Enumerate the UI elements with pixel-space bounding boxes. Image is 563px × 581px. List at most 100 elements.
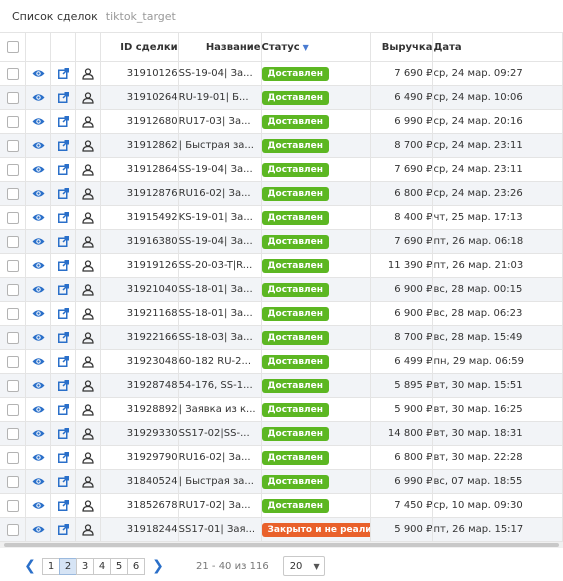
table-row[interactable]: 31928748 54-176, SS-1... Доставлен 5 895 ₽ в… [0,373,563,398]
eye-icon[interactable] [25,157,52,182]
eye-icon[interactable] [25,397,52,422]
table-row[interactable]: 31852678 RU17-02| За... Доставлен 7 450 ₽ ср… [0,493,563,518]
table-row[interactable]: 31840524 | Быстрая за... Доставлен 6 990 ₽ в… [0,469,563,494]
external-link-icon[interactable] [50,205,77,230]
user-icon[interactable] [75,301,101,326]
table-row[interactable]: 31912876 RU16-02| За... Доставлен 6 800 ₽ ср… [0,181,563,206]
row-checkbox[interactable] [6,283,19,296]
eye-icon[interactable] [25,109,52,134]
row-checkbox[interactable] [6,427,19,440]
column-header-status[interactable]: Статус ▼ [261,32,372,62]
eye-icon[interactable] [25,421,52,446]
user-icon[interactable] [75,325,101,350]
eye-icon[interactable] [25,277,52,302]
external-link-icon[interactable] [50,277,77,302]
table-row[interactable]: 31912862 | Быстрая за... Доставлен 8 700 ₽ с… [0,133,563,158]
external-link-icon[interactable] [50,133,77,158]
page-button[interactable]: 1 [42,557,60,575]
sort-desc-icon[interactable]: ▼ [303,43,309,52]
user-icon[interactable] [75,421,101,446]
external-link-icon[interactable] [50,493,77,518]
row-checkbox[interactable] [6,523,19,536]
row-checkbox[interactable] [6,403,19,416]
user-icon[interactable] [75,253,101,278]
user-icon[interactable] [75,133,101,158]
chevron-right-icon[interactable]: ❯ [150,558,166,574]
user-icon[interactable] [75,373,101,398]
external-link-icon[interactable] [50,325,77,350]
eye-icon[interactable] [25,253,52,278]
horizontal-scrollbar[interactable] [0,542,563,548]
scrollbar-thumb[interactable] [4,543,559,547]
external-link-icon[interactable] [50,229,77,254]
user-icon[interactable] [75,85,101,110]
table-row[interactable]: 31922166 SS-18-03| За... Доставлен 8 700 ₽ в… [0,325,563,350]
eye-icon[interactable] [25,493,52,518]
select-all-checkbox[interactable] [6,41,19,53]
row-checkbox[interactable] [6,211,19,224]
row-checkbox[interactable] [6,259,19,272]
table-row[interactable]: 31910264 RU-19-01| Б... Доставлен 6 490 ₽ ср… [0,85,563,110]
row-checkbox[interactable] [6,163,19,176]
external-link-icon[interactable] [50,85,77,110]
row-checkbox[interactable] [6,379,19,392]
row-checkbox[interactable] [6,499,19,512]
external-link-icon[interactable] [50,349,77,374]
row-checkbox[interactable] [6,331,19,344]
table-row[interactable]: 31919126 SS-20-03-T|R... Доставлен 11 390 ₽… [0,253,563,278]
eye-icon[interactable] [25,229,52,254]
row-checkbox[interactable] [6,139,19,152]
eye-icon[interactable] [25,85,52,110]
row-checkbox[interactable] [6,307,19,320]
eye-icon[interactable] [25,349,52,374]
row-checkbox[interactable] [6,67,19,80]
eye-icon[interactable] [25,325,52,350]
row-checkbox[interactable] [6,187,19,200]
column-header-name[interactable]: Название [178,32,262,62]
external-link-icon[interactable] [50,421,77,446]
eye-icon[interactable] [25,445,52,470]
eye-icon[interactable] [25,181,52,206]
eye-icon[interactable] [25,61,52,86]
table-row[interactable]: 31910126 SS-19-04| За... Доставлен 7 690 ₽ с… [0,61,563,86]
page-button[interactable]: 2 [59,557,77,575]
table-row[interactable]: 31912864 SS-19-04| За... Доставлен 7 690 ₽ с… [0,157,563,182]
table-row[interactable]: 31929790 RU16-02| За... Доставлен 6 800 ₽ вт… [0,445,563,470]
external-link-icon[interactable] [50,373,77,398]
table-row[interactable]: 31928892 | Заявка из к... Доставлен 5 900 ₽… [0,397,563,422]
column-header-id[interactable]: ID сделки [100,32,179,62]
row-checkbox[interactable] [6,235,19,248]
user-icon[interactable] [75,493,101,518]
eye-icon[interactable] [25,517,52,542]
user-icon[interactable] [75,445,101,470]
user-icon[interactable] [75,469,101,494]
eye-icon[interactable] [25,469,52,494]
table-row[interactable]: 31929330 SS17-02|SS-... Доставлен 14 800 ₽ в… [0,421,563,446]
page-size-select[interactable]: 20 ▼ [282,556,325,576]
table-row[interactable]: 31916380 SS-19-04| За... Доставлен 7 690 ₽ п… [0,229,563,254]
page-button[interactable]: 4 [93,557,111,575]
page-button[interactable]: 3 [76,557,94,575]
user-icon[interactable] [75,205,101,230]
user-icon[interactable] [75,61,101,86]
table-row[interactable]: 31918244 SS17-01| Зая... Закрыто и не реал… [0,517,563,542]
row-checkbox[interactable] [6,451,19,464]
user-icon[interactable] [75,349,101,374]
external-link-icon[interactable] [50,469,77,494]
external-link-icon[interactable] [50,253,77,278]
external-link-icon[interactable] [50,301,77,326]
user-icon[interactable] [75,109,101,134]
user-icon[interactable] [75,277,101,302]
external-link-icon[interactable] [50,61,77,86]
table-row[interactable]: 31915492 KS-19-01| За... Доставлен 8 400 ₽ ч… [0,205,563,230]
page-button[interactable]: 6 [127,557,145,575]
eye-icon[interactable] [25,301,52,326]
user-icon[interactable] [75,397,101,422]
eye-icon[interactable] [25,133,52,158]
column-header-date[interactable]: Дата [432,32,563,62]
external-link-icon[interactable] [50,157,77,182]
row-checkbox[interactable] [6,355,19,368]
row-checkbox[interactable] [6,115,19,128]
table-row[interactable]: 31921040 SS-18-01| За... Доставлен 6 900 ₽ в… [0,277,563,302]
chevron-left-icon[interactable]: ❮ [22,558,38,574]
